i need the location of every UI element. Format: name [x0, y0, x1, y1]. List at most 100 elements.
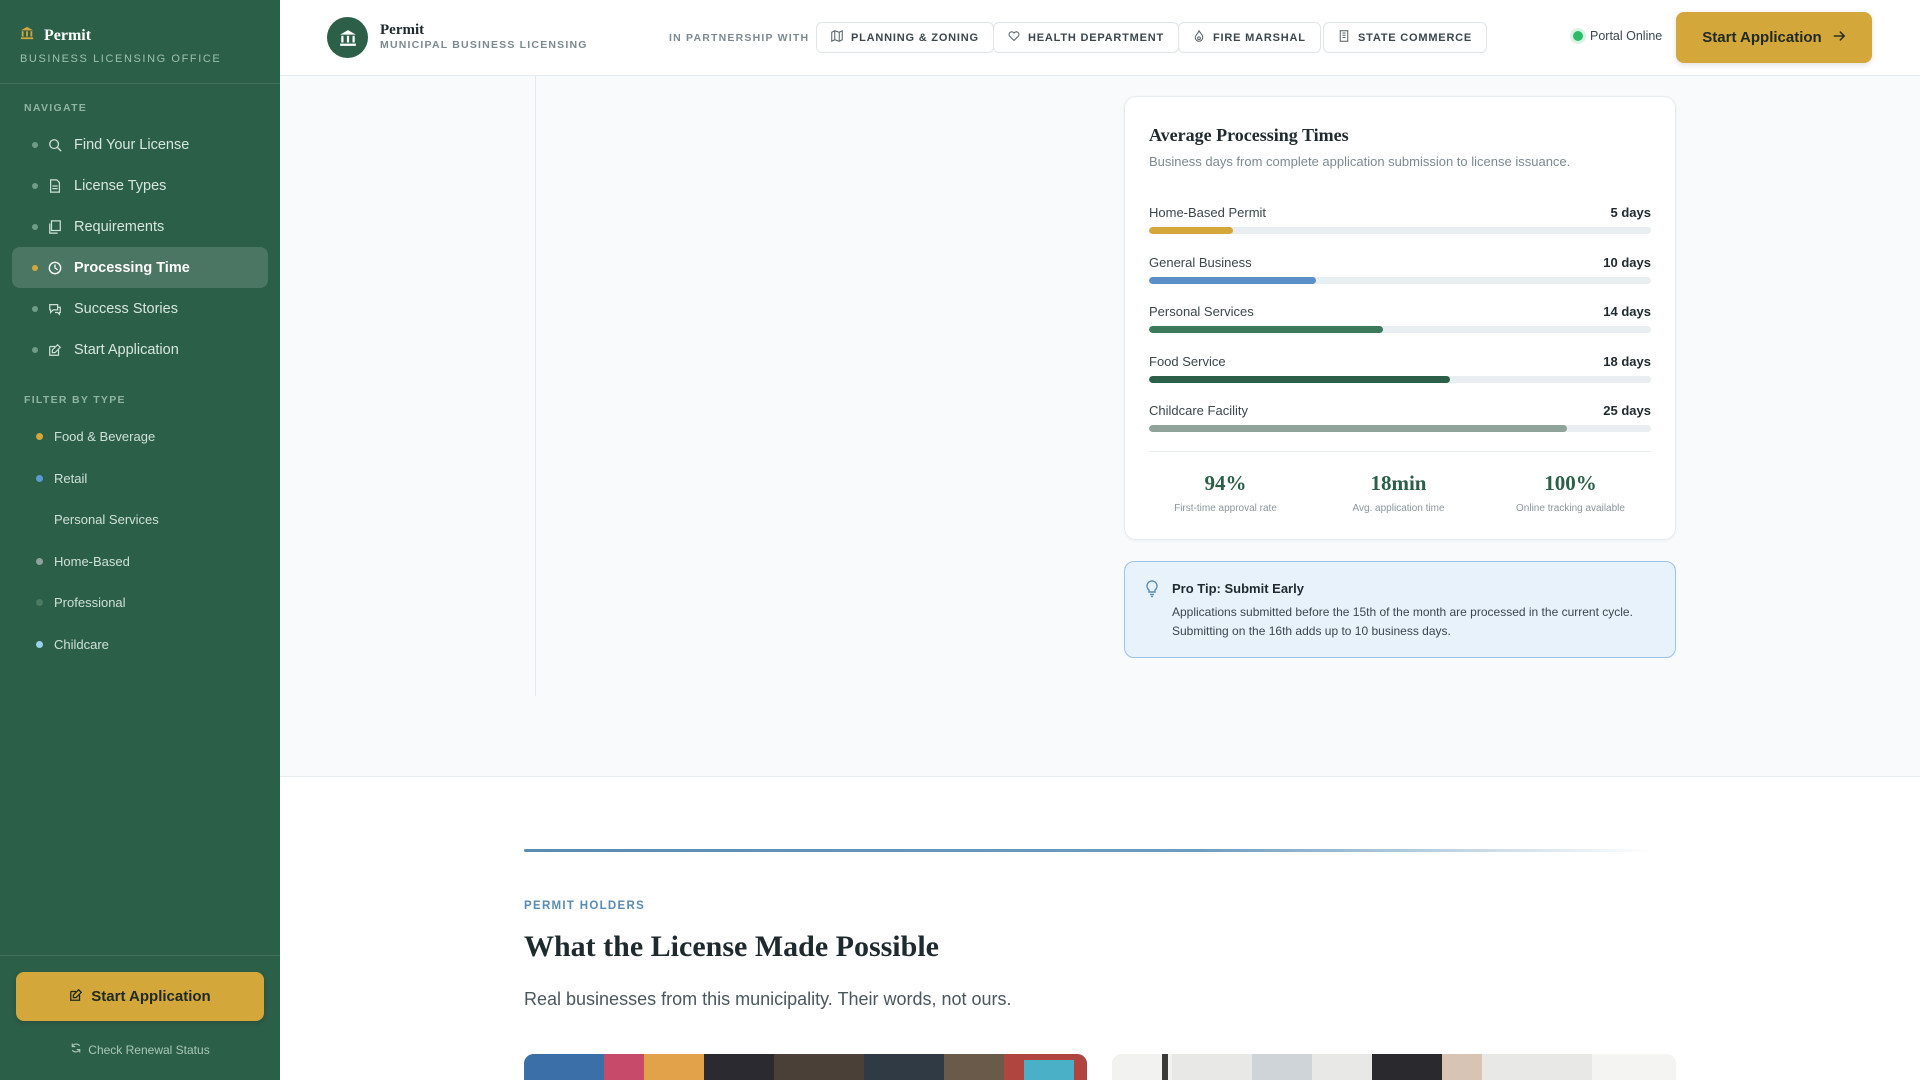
story-photo-food-truck[interactable] — [524, 1054, 1087, 1080]
success-stories-section — [280, 777, 1920, 1080]
edit-icon — [48, 343, 62, 357]
partner-name: HEALTH DEPARTMENT — [1028, 31, 1165, 44]
nav-dot — [32, 346, 38, 353]
bar-label: Personal Services — [1149, 304, 1254, 319]
portal-status: Portal Online — [1573, 29, 1662, 43]
filter-dot — [36, 433, 43, 441]
stat-approval-rate: 94% First-time approval rate — [1142, 471, 1309, 514]
lightbulb-icon — [1144, 580, 1160, 603]
sidebar-footer: Start Application Check Renewal Status — [0, 955, 280, 1080]
bar-value: 14 days — [1603, 304, 1651, 319]
stat-label: Avg. application time — [1352, 503, 1445, 514]
filter-childcare[interactable]: Childcare — [0, 624, 280, 666]
pro-tip-body: Applications submitted before the 15th o… — [1172, 605, 1633, 638]
bar-value: 18 days — [1603, 353, 1651, 369]
brand-title: Permit — [44, 26, 92, 44]
processing-bar-row: Personal Services 14 days — [1149, 304, 1651, 333]
nav-dot — [32, 264, 38, 271]
bar-fill — [1149, 227, 1233, 234]
bar-track — [1149, 326, 1651, 333]
sidebar-item-label: Success Stories — [74, 300, 178, 317]
partner-name: FIRE MARSHAL — [1213, 31, 1306, 44]
bar-track — [1149, 227, 1651, 234]
nav-dot — [32, 305, 38, 312]
filter-label: Professional — [54, 595, 126, 611]
refresh-icon — [70, 1042, 82, 1057]
sidebar-item-label: Start Application — [74, 341, 179, 358]
filter-dot — [36, 474, 43, 482]
partner-health-department[interactable]: HEALTH DEPARTMENT — [993, 22, 1180, 53]
sidebar-item-processing-time[interactable]: Processing Time — [12, 247, 268, 288]
processing-bar-row: General Business 10 days — [1149, 255, 1651, 284]
sidebar-item-license-types[interactable]: License Types — [12, 165, 268, 206]
filter-food-beverage[interactable]: Food & Beverage — [0, 416, 280, 458]
stat-value: 18min — [1370, 471, 1427, 495]
partner-fire-marshal[interactable]: FIRE MARSHAL — [1178, 22, 1321, 53]
heart-icon — [1008, 30, 1020, 45]
processing-times-title: Average Processing Times — [1149, 125, 1349, 145]
header-subtitle: MUNICIPAL BUSINESS LICENSING — [380, 39, 588, 51]
bar-fill — [1149, 326, 1384, 333]
chat-icon — [48, 302, 62, 316]
bar-label: Food Service — [1149, 353, 1226, 369]
bar-head: General Business 10 days — [1149, 255, 1651, 270]
sidebar-start-application-button[interactable]: Start Application — [16, 972, 264, 1021]
sidebar-item-success-stories[interactable]: Success Stories — [12, 288, 268, 329]
nav-section-label: NAVIGATE — [24, 102, 88, 114]
sidebar-cta-label: Start Application — [91, 988, 211, 1005]
filter-label: Food & Beverage — [54, 429, 156, 445]
pro-tip-title: Pro Tip: Submit Early — [1172, 581, 1304, 596]
partner-state-commerce[interactable]: STATE COMMERCE — [1323, 22, 1488, 53]
bar-label: Home-Based Permit — [1149, 205, 1267, 220]
story-photo-office[interactable] — [1112, 1054, 1676, 1080]
edit-icon — [69, 988, 83, 1006]
stories-eyebrow: PERMIT HOLDERS — [524, 900, 646, 912]
header-title: Permit — [380, 22, 425, 38]
filter-retail[interactable]: Retail — [0, 458, 280, 500]
check-renewal-label: Check Renewal Status — [88, 1042, 210, 1057]
stat-online-tracking: 100% Online tracking available — [1487, 471, 1654, 514]
filter-dot — [36, 640, 43, 648]
bar-value: 10 days — [1603, 254, 1651, 270]
bar-track — [1149, 375, 1651, 383]
processing-bar-row: Childcare Facility 25 days — [1149, 403, 1651, 432]
processing-bar-row: Food Service 18 days — [1149, 354, 1651, 383]
sidebar-item-label: Find Your License — [74, 136, 190, 153]
stat-label: Online tracking available — [1516, 503, 1625, 514]
filter-dot — [36, 557, 43, 565]
bar-head: Personal Services 14 days — [1149, 304, 1651, 319]
filter-label: Retail — [54, 470, 88, 486]
filter-personal-services[interactable]: Personal Services — [0, 499, 280, 541]
top-header: Permit MUNICIPAL BUSINESS LICENSING IN P… — [280, 0, 1920, 76]
bar-label: General Business — [1149, 254, 1252, 270]
document-icon — [48, 178, 62, 193]
institution-icon — [327, 17, 368, 58]
status-online-dot — [1573, 31, 1583, 41]
map-icon — [831, 29, 843, 45]
header-cta-label: Start Application — [1702, 29, 1822, 46]
filter-home-based[interactable]: Home-Based — [0, 541, 280, 583]
bar-head: Home-Based Permit 5 days — [1149, 205, 1651, 220]
sidebar-item-find-license[interactable]: Find Your License — [12, 124, 268, 165]
filter-label: Childcare — [54, 636, 109, 652]
nav-dot — [32, 223, 38, 230]
filter-dot — [36, 599, 43, 607]
sidebar-item-start-application[interactable]: Start Application — [12, 329, 268, 370]
filter-dot — [36, 516, 43, 524]
sidebar-item-label: License Types — [74, 177, 167, 194]
processing-times-card: Average Processing Times Business days f… — [1124, 96, 1676, 540]
check-renewal-link[interactable]: Check Renewal Status — [0, 1042, 280, 1057]
clock-icon — [48, 261, 62, 275]
stat-label: First-time approval rate — [1174, 503, 1277, 514]
files-icon — [48, 219, 62, 234]
filter-professional[interactable]: Professional — [0, 582, 280, 624]
bar-value: 5 days — [1610, 205, 1651, 220]
bar-fill — [1149, 375, 1451, 383]
partner-planning-zoning[interactable]: PLANNING & ZONING — [816, 22, 994, 53]
header-start-application-button[interactable]: Start Application — [1676, 12, 1872, 63]
filter-label: Home-Based — [54, 553, 130, 569]
bar-fill — [1149, 425, 1568, 432]
nav-dot — [32, 141, 38, 148]
sidebar-item-requirements[interactable]: Requirements — [12, 206, 268, 247]
partner-name: STATE COMMERCE — [1358, 31, 1473, 44]
